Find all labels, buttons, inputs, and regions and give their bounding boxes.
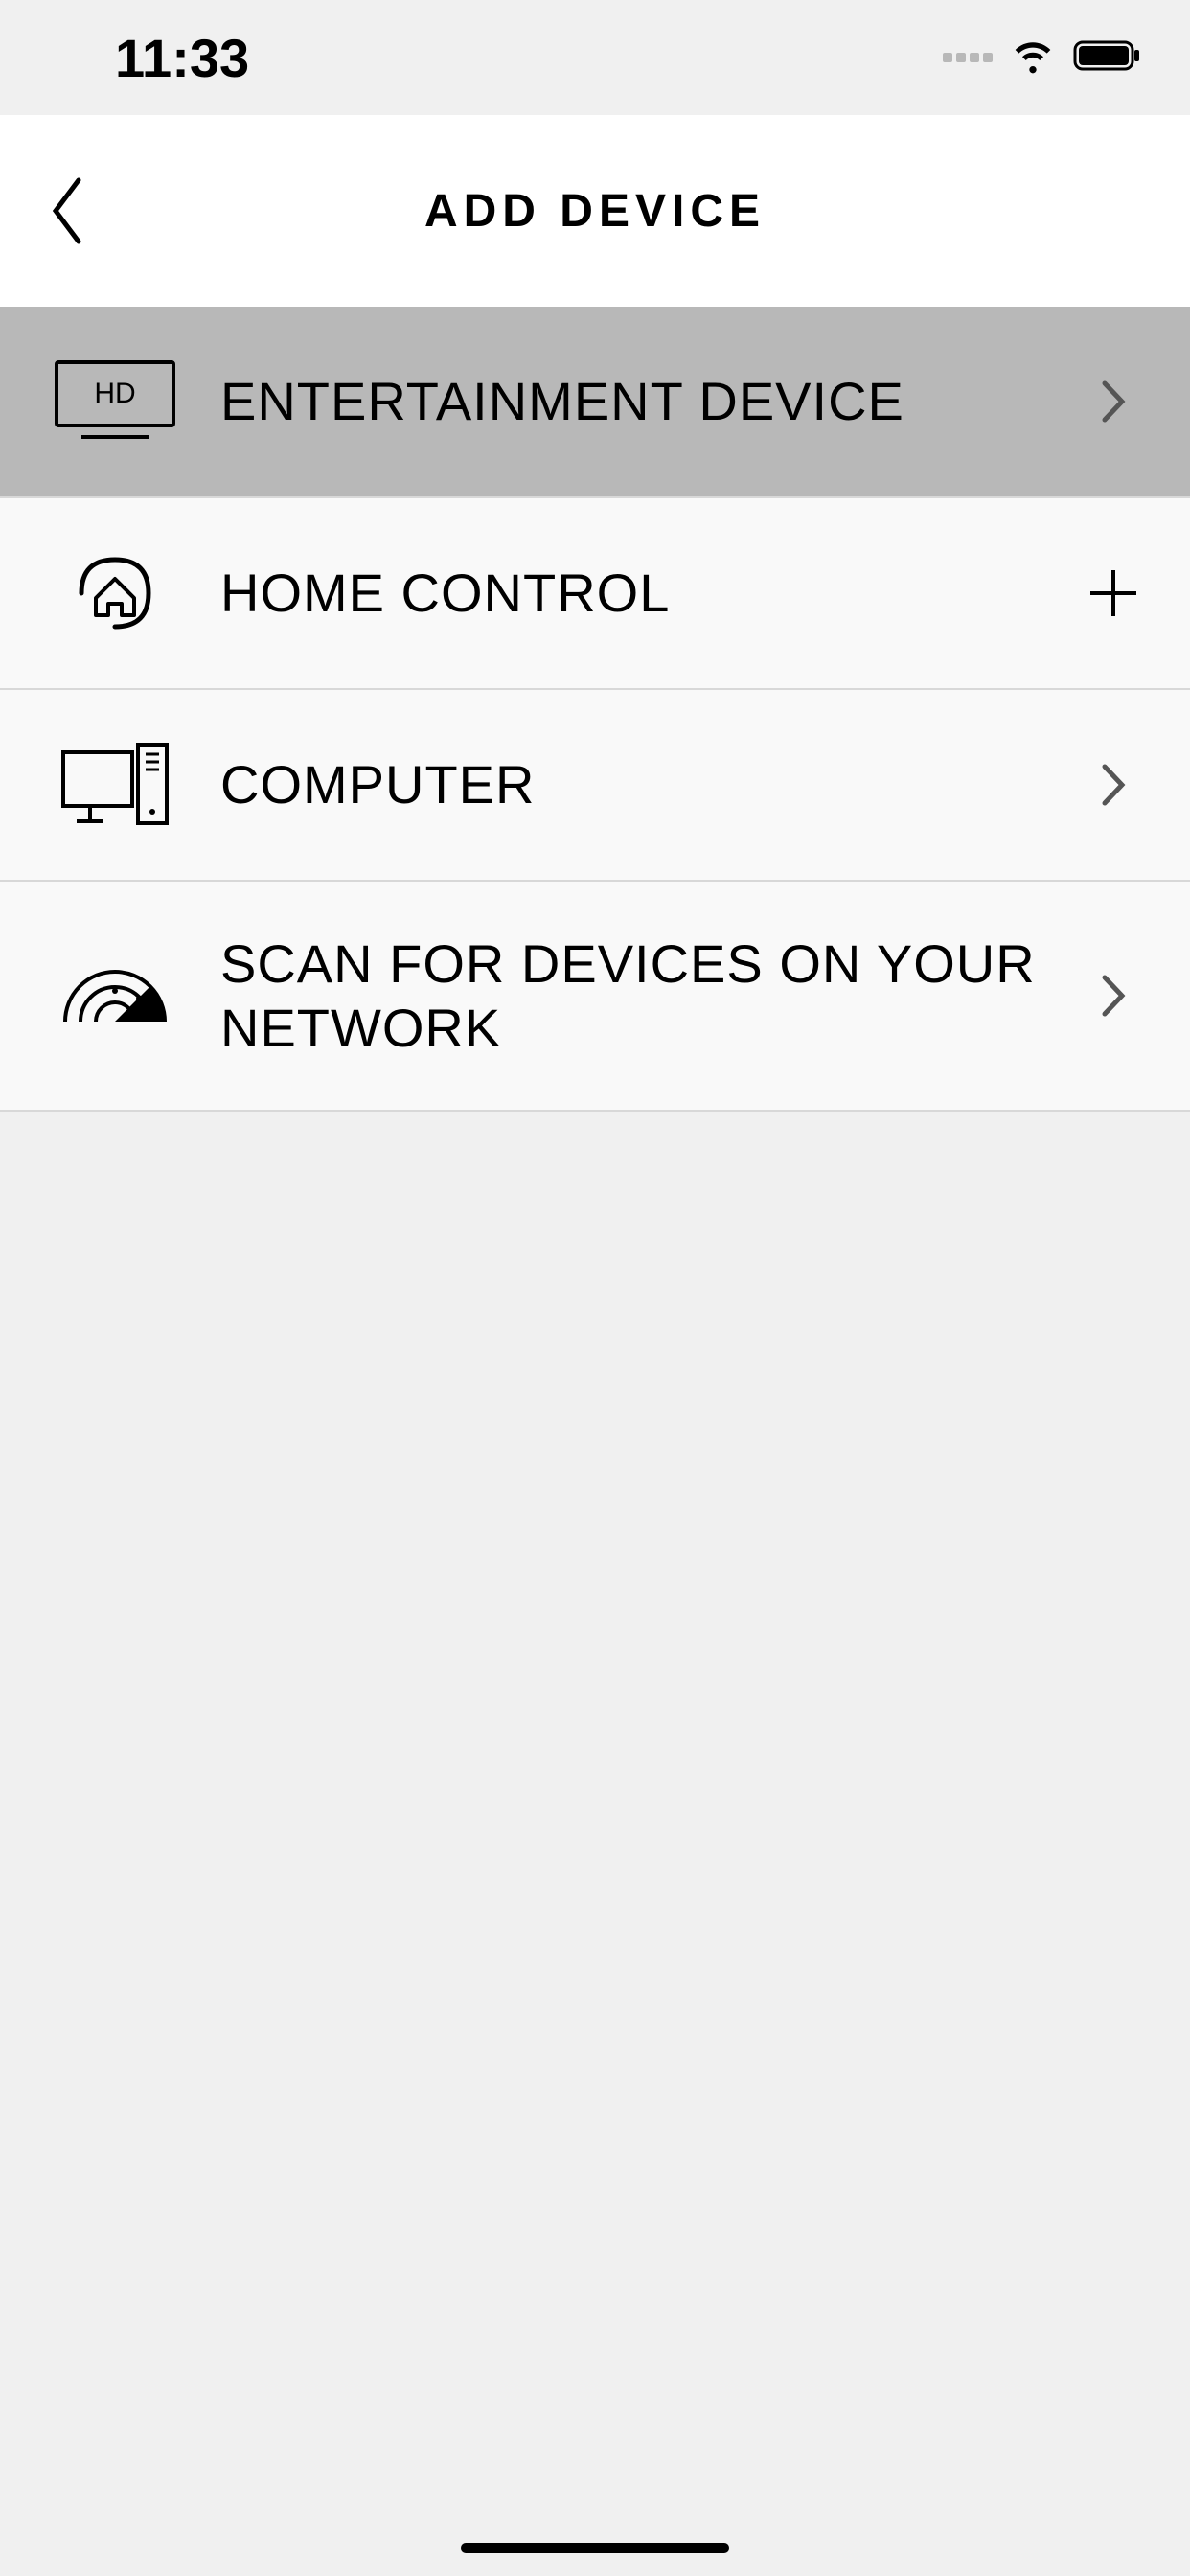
list-item-label: COMPUTER [182, 752, 1085, 816]
chevron-right-icon [1085, 373, 1142, 430]
status-indicators [943, 34, 1142, 81]
list-item-label: SCAN FOR DEVICES ON YOUR NETWORK [182, 932, 1085, 1060]
list-item-entertainment-device[interactable]: HD ENTERTAINMENT DEVICE [0, 307, 1190, 498]
chevron-left-icon [48, 172, 86, 249]
page-title: ADD DEVICE [0, 185, 1190, 238]
status-time: 11:33 [115, 27, 249, 89]
list-item-label: ENTERTAINMENT DEVICE [182, 369, 1085, 433]
plus-icon [1085, 564, 1142, 622]
svg-text:HD: HD [94, 378, 135, 409]
computer-icon [48, 727, 182, 842]
list-item-label: HOME CONTROL [182, 561, 1085, 625]
home-icon [48, 536, 182, 651]
wifi-icon [1012, 34, 1054, 81]
list-item-computer[interactable]: COMPUTER [0, 690, 1190, 882]
back-button[interactable] [29, 163, 105, 259]
radar-icon [48, 938, 182, 1053]
home-indicator[interactable] [461, 2543, 729, 2553]
list-item-home-control[interactable]: HOME CONTROL [0, 498, 1190, 690]
battery-icon [1073, 38, 1142, 78]
device-category-list: HD ENTERTAINMENT DEVICE HOME CONTROL COM… [0, 307, 1190, 1112]
tv-hd-icon: HD [48, 344, 182, 459]
chevron-right-icon [1085, 756, 1142, 814]
list-item-scan-network[interactable]: SCAN FOR DEVICES ON YOUR NETWORK [0, 882, 1190, 1112]
chevron-right-icon [1085, 967, 1142, 1024]
status-bar: 11:33 [0, 0, 1190, 115]
nav-header: ADD DEVICE [0, 115, 1190, 307]
cellular-signal-icon [943, 53, 993, 62]
